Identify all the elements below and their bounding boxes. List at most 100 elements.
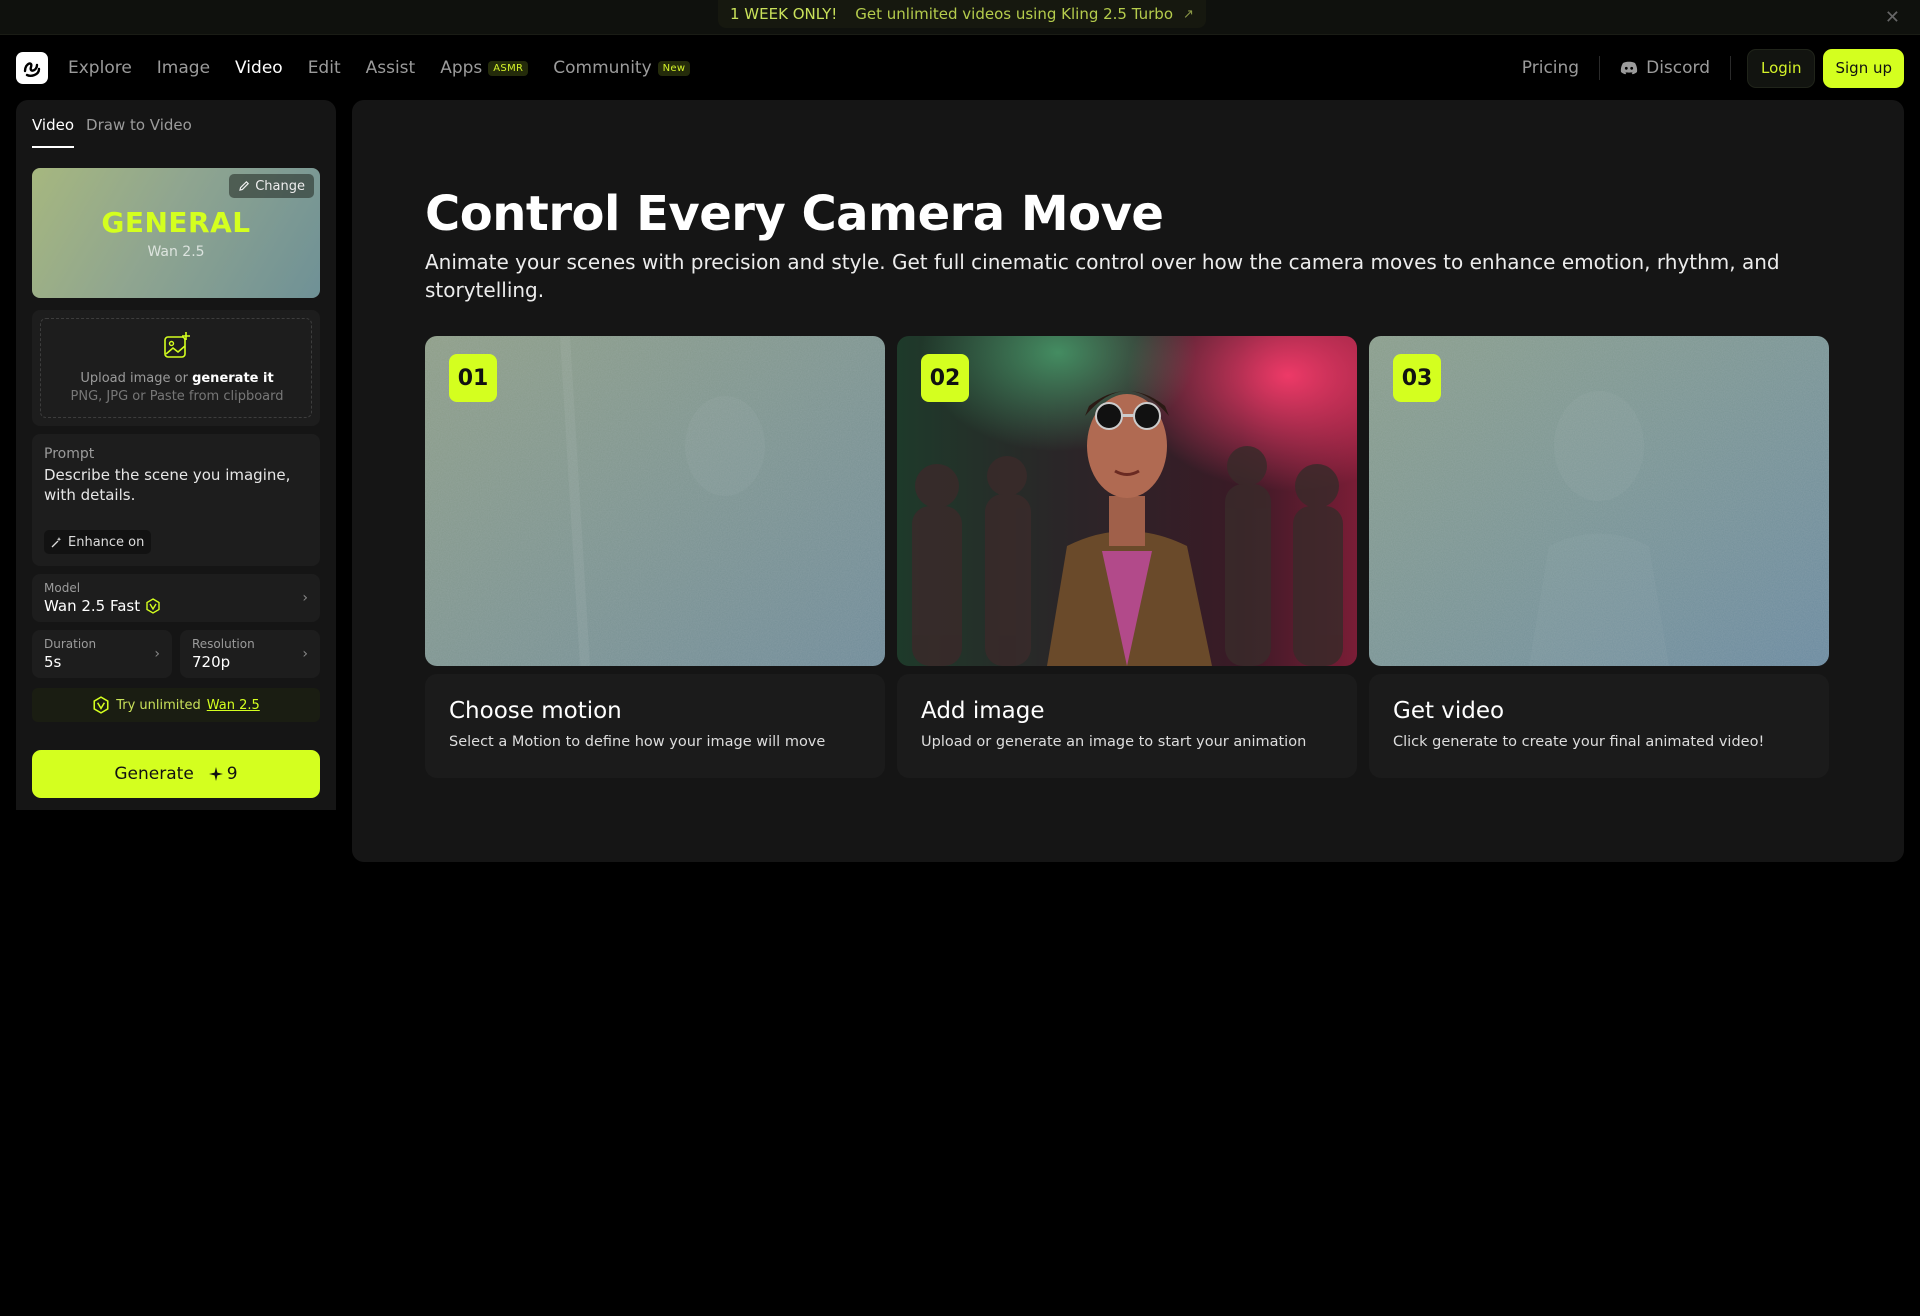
tab-video[interactable]: Video <box>32 116 75 148</box>
step-card-add-image[interactable]: 02 Add image Upload or generate an image… <box>897 336 1357 778</box>
nav-edit[interactable]: Edit <box>308 58 341 78</box>
model-label: Model <box>44 581 81 595</box>
pencil-icon <box>239 180 250 191</box>
step-number: 03 <box>1393 354 1441 402</box>
resolution-label: Resolution <box>192 637 255 651</box>
try-text: Try unlimited <box>116 697 201 713</box>
page-title: Control Every Camera Move <box>425 186 1164 242</box>
asmr-badge: ASMR <box>488 60 529 76</box>
nav-label: Video <box>235 58 283 78</box>
prompt-label: Prompt <box>44 446 95 462</box>
step-title: Get video <box>1393 698 1505 724</box>
tab-draw-to-video[interactable]: Draw to Video <box>86 116 192 148</box>
login-button[interactable]: Login <box>1747 48 1816 88</box>
nav-label: Apps <box>440 58 483 78</box>
step-text: Upload or generate an image to start you… <box>921 734 1307 750</box>
promo-content[interactable]: 1 WEEK ONLY! Get unlimited videos using … <box>718 0 1206 28</box>
prompt-input[interactable]: Describe the scene you imagine, with det… <box>44 465 294 505</box>
preset-title: GENERAL <box>101 206 251 239</box>
logo-icon <box>23 62 41 77</box>
chevron-right-icon: › <box>302 590 308 606</box>
nav-right: Pricing Discord Login Sign up <box>1522 36 1904 100</box>
nav-label: Explore <box>68 58 132 78</box>
wan-logo-icon <box>146 598 160 614</box>
step-number: 01 <box>449 354 497 402</box>
nav-apps[interactable]: Apps ASMR <box>440 58 529 78</box>
nav-label: Image <box>156 58 211 78</box>
divider <box>1730 56 1732 80</box>
upload-hint: PNG, JPG or Paste from clipboard <box>70 389 284 404</box>
image-upload-zone[interactable]: Upload image or generate it PNG, JPG or … <box>32 310 320 426</box>
nav-assist[interactable]: Assist <box>366 58 416 78</box>
promo-tag: 1 WEEK ONLY! <box>730 5 838 23</box>
step-title: Add image <box>921 698 1045 724</box>
logo[interactable] <box>16 52 48 84</box>
discord-label: Discord <box>1646 58 1711 78</box>
discord-link[interactable]: Discord <box>1620 58 1710 78</box>
new-badge: New <box>657 60 691 76</box>
top-nav: Explore Image Video Edit Assist Apps ASM… <box>0 36 1920 100</box>
step-title: Choose motion <box>449 698 622 724</box>
generate-button[interactable]: Generate 9 <box>32 750 320 798</box>
nav-label: Assist <box>365 58 416 78</box>
try-model-link[interactable]: Wan 2.5 <box>207 698 260 713</box>
enhance-toggle[interactable]: Enhance on <box>44 530 152 554</box>
enhance-label: Enhance on <box>68 534 145 550</box>
generator-sidebar: Video Draw to Video Change GENERAL Wan 2… <box>16 100 336 810</box>
upload-prefix: Upload image or <box>80 371 193 386</box>
preset-card[interactable]: Change GENERAL Wan 2.5 <box>32 168 320 298</box>
upload-text: Upload image or generate it <box>41 371 313 386</box>
duration-label: Duration <box>44 637 97 651</box>
main-panel: Control Every Camera Move Animate your s… <box>352 100 1904 862</box>
resolution-value: 720p <box>192 653 231 671</box>
step-text: Select a Motion to define how your image… <box>449 734 826 750</box>
sidebar-tabs: Video Draw to Video <box>32 116 192 148</box>
duration-value: 5s <box>44 653 62 671</box>
model-value-row: Wan 2.5 Fast <box>44 597 161 615</box>
signup-button[interactable]: Sign up <box>1823 48 1904 88</box>
nav-label: Community <box>553 58 652 78</box>
prompt-box[interactable]: Prompt Describe the scene you imagine, w… <box>32 434 320 566</box>
chevron-right-icon: › <box>154 646 160 662</box>
generate-label: Generate <box>114 764 194 784</box>
model-value: Wan 2.5 Fast <box>44 597 141 615</box>
duration-selector[interactable]: Duration 5s › <box>32 630 172 678</box>
sparkle-icon <box>208 767 223 781</box>
generate-it-link[interactable]: generate it <box>192 371 274 386</box>
step-body: Get video Click generate to create your … <box>1369 674 1829 778</box>
promo-banner: 1 WEEK ONLY! Get unlimited videos using … <box>0 0 1920 35</box>
add-image-icon <box>164 332 190 358</box>
external-arrow-icon: ↗ <box>1183 6 1194 22</box>
upload-dropzone[interactable]: Upload image or generate it PNG, JPG or … <box>40 318 312 418</box>
pricing-link[interactable]: Pricing <box>1522 58 1579 78</box>
nav-image[interactable]: Image <box>157 58 210 78</box>
wan-logo-icon <box>93 696 109 714</box>
step-text: Click generate to create your final anim… <box>1393 734 1765 750</box>
step-card-choose-motion[interactable]: 01 Choose motion Select a Motion to defi… <box>425 336 885 778</box>
page-description: Animate your scenes with precision and s… <box>425 250 1780 302</box>
change-preset-button[interactable]: Change <box>229 174 314 198</box>
nav-video[interactable]: Video <box>235 58 283 78</box>
nav-links: Explore Image Video Edit Assist Apps ASM… <box>68 36 691 100</box>
preset-subtitle: Wan 2.5 <box>147 244 205 260</box>
step-body: Choose motion Select a Motion to define … <box>425 674 885 778</box>
nav-explore[interactable]: Explore <box>68 58 132 78</box>
step-body: Add image Upload or generate an image to… <box>897 674 1357 778</box>
magic-wand-icon <box>51 537 62 548</box>
promo-link[interactable]: Get unlimited videos using Kling 2.5 Tur… <box>855 5 1194 23</box>
nav-community[interactable]: Community New <box>553 58 691 78</box>
discord-icon <box>1620 61 1638 75</box>
cost-value: 9 <box>226 764 238 784</box>
model-selector[interactable]: Model Wan 2.5 Fast › <box>32 574 320 622</box>
chevron-right-icon: › <box>302 646 308 662</box>
resolution-selector[interactable]: Resolution 720p › <box>180 630 320 678</box>
step-card-get-video[interactable]: 03 Get video Click generate to create yo… <box>1369 336 1829 778</box>
try-unlimited-banner[interactable]: Try unlimited Wan 2.5 <box>32 688 320 722</box>
generate-cost: 9 <box>208 764 238 784</box>
close-icon[interactable]: ✕ <box>1885 7 1900 28</box>
nav-label: Edit <box>307 58 341 78</box>
promo-text: Get unlimited videos using Kling 2.5 Tur… <box>855 5 1173 23</box>
change-label: Change <box>255 178 305 194</box>
step-number: 02 <box>921 354 969 402</box>
divider <box>1599 56 1601 80</box>
